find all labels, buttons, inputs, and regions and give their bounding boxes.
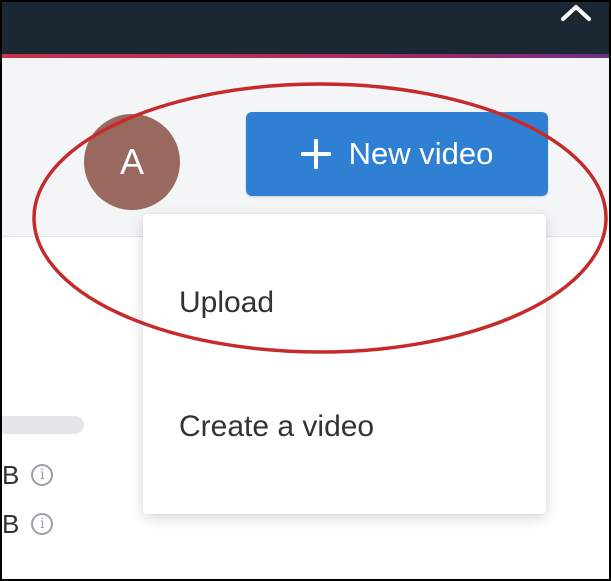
menu-item-upload[interactable]: Upload <box>143 268 546 338</box>
avatar[interactable]: A <box>84 114 180 210</box>
menu-item-label: Create a video <box>179 410 375 443</box>
menu-item-label: Upload <box>179 286 275 319</box>
storage-row: B i <box>2 508 54 539</box>
storage-progress-bar <box>2 416 84 434</box>
storage-unit: B <box>2 459 20 490</box>
avatar-initial: A <box>119 141 144 182</box>
new-video-button-label: New video <box>348 136 494 171</box>
app-window: A New video B i B i Upload Create a vide… <box>0 0 611 581</box>
storage-unit: B <box>2 508 20 539</box>
chevron-up-icon <box>561 5 591 21</box>
plus-icon <box>300 139 331 169</box>
info-icon[interactable]: i <box>31 464 54 486</box>
new-video-button[interactable]: New video <box>246 112 548 196</box>
menu-item-create-video[interactable]: Create a video <box>143 392 546 462</box>
new-video-dropdown-menu: Upload Create a video <box>143 214 546 514</box>
collapse-button[interactable] <box>551 2 601 44</box>
storage-row: B i <box>2 459 54 490</box>
top-navigation-bar <box>2 2 609 54</box>
info-icon[interactable]: i <box>31 513 54 535</box>
